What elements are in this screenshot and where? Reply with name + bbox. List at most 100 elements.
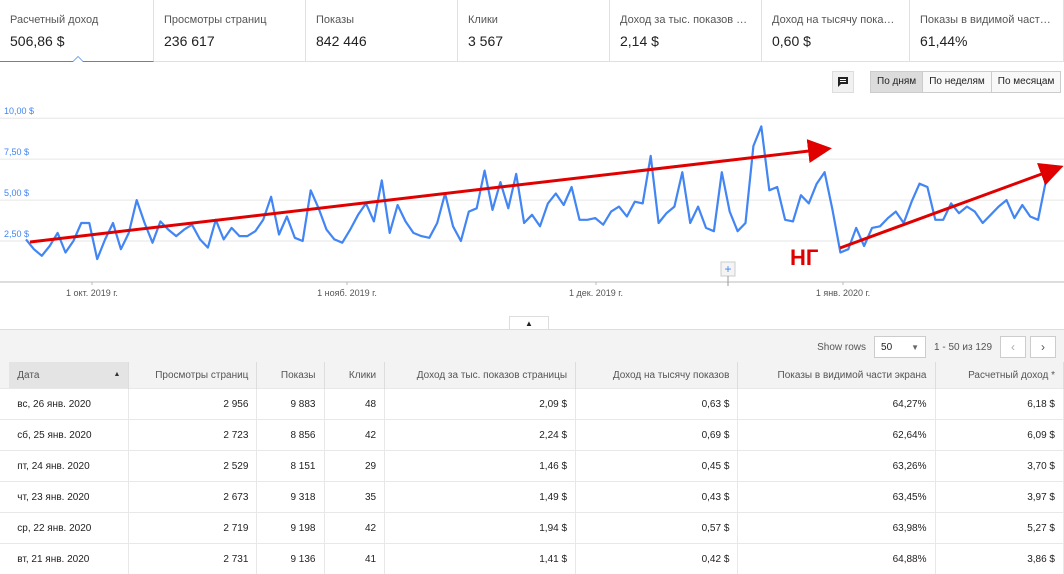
column-header-8[interactable]: Расчетный доход * bbox=[935, 362, 1064, 389]
page-range: 1 - 50 из 129 bbox=[934, 342, 992, 353]
column-header-label: Дата bbox=[17, 370, 39, 381]
table-cell: 9 318 bbox=[257, 482, 324, 513]
column-header-7[interactable]: Показы в видимой части экрана bbox=[738, 362, 935, 389]
table-row: вс, 26 янв. 20202 9569 883482,09 $0,63 $… bbox=[0, 389, 1064, 420]
table-cell: 0,43 $ bbox=[576, 482, 738, 513]
next-page-button[interactable]: › bbox=[1030, 336, 1056, 358]
table-cell: ср, 22 янв. 2020 bbox=[9, 513, 129, 544]
period-3-button[interactable]: По месяцам bbox=[992, 72, 1061, 92]
y-tick-label: 7,50 $ bbox=[4, 147, 29, 157]
y-tick-label: 2,50 $ bbox=[4, 229, 29, 239]
column-header-5[interactable]: Доход за тыс. показов страницы bbox=[385, 362, 576, 389]
table-cell: 6,18 $ bbox=[935, 389, 1064, 420]
metric-value: 506,86 $ bbox=[10, 33, 143, 49]
metric-cards: Расчетный доход506,86 $Просмотры страниц… bbox=[0, 0, 1064, 62]
metric-value: 61,44% bbox=[920, 33, 1053, 49]
collapse-chart-button[interactable]: ▲ bbox=[509, 316, 549, 330]
table-cell: 42 bbox=[324, 513, 385, 544]
table-cell: чт, 23 янв. 2020 bbox=[9, 482, 129, 513]
table-cell: 0,69 $ bbox=[576, 420, 738, 451]
table-cell: 5,27 $ bbox=[935, 513, 1064, 544]
row-spacer bbox=[0, 420, 9, 451]
table-cell: 8 151 bbox=[257, 451, 324, 482]
table-cell: 63,45% bbox=[738, 482, 935, 513]
table-cell: 0,63 $ bbox=[576, 389, 738, 420]
rows-per-page-select[interactable]: 50 ▼ bbox=[874, 336, 926, 358]
table-cell: 9 883 bbox=[257, 389, 324, 420]
table-row: сб, 25 янв. 20202 7238 856422,24 $0,69 $… bbox=[0, 420, 1064, 451]
x-tick-label: 1 окт. 2019 г. bbox=[66, 288, 118, 298]
column-header-label: Просмотры страниц bbox=[155, 370, 248, 381]
column-header-label: Доход на тысячу показов bbox=[613, 370, 730, 381]
caret-down-icon: ▼ bbox=[911, 343, 919, 352]
table-cell: 64,27% bbox=[738, 389, 935, 420]
new-year-annotation: НГ bbox=[790, 245, 819, 270]
table-cell: 2 956 bbox=[129, 389, 257, 420]
column-header-2[interactable]: Просмотры страниц bbox=[129, 362, 257, 389]
table-cell: 6,09 $ bbox=[935, 420, 1064, 451]
row-spacer bbox=[0, 482, 9, 513]
table-cell: 63,98% bbox=[738, 513, 935, 544]
column-header-label: Расчетный доход * bbox=[968, 370, 1055, 381]
column-header-label: Клики bbox=[349, 370, 376, 381]
metric-card-3[interactable]: Показы 842 446 bbox=[306, 0, 458, 62]
table-cell: пт, 24 янв. 2020 bbox=[9, 451, 129, 482]
metric-label: Показы bbox=[316, 14, 447, 26]
comment-icon bbox=[837, 76, 849, 88]
y-tick-label: 10,00 $ bbox=[4, 106, 34, 116]
table-row: чт, 23 янв. 20202 6739 318351,49 $0,43 $… bbox=[0, 482, 1064, 513]
column-header-3[interactable]: Показы bbox=[257, 362, 324, 389]
table-cell: вс, 26 янв. 2020 bbox=[9, 389, 129, 420]
column-header-4[interactable]: Клики bbox=[324, 362, 385, 389]
column-header-6[interactable]: Доход на тысячу показов bbox=[576, 362, 738, 389]
rows-per-page-value: 50 bbox=[881, 342, 892, 353]
show-rows-label: Show rows bbox=[817, 342, 866, 353]
table-cell: 2 723 bbox=[129, 420, 257, 451]
metric-label: Доход на тысячу показов bbox=[772, 14, 899, 26]
column-header-1[interactable]: Дата ▲ bbox=[9, 362, 129, 389]
prev-page-button[interactable]: ‹ bbox=[1000, 336, 1026, 358]
table-cell: 1,94 $ bbox=[385, 513, 576, 544]
period-2-button[interactable]: По неделям bbox=[923, 72, 992, 92]
metric-value: 236 617 bbox=[164, 33, 295, 49]
table-cell: 2,09 $ bbox=[385, 389, 576, 420]
period-1-button[interactable]: По дням bbox=[871, 72, 923, 92]
metric-card-4[interactable]: Клики 3 567 bbox=[458, 0, 610, 62]
table-cell: 29 bbox=[324, 451, 385, 482]
row-spacer bbox=[0, 451, 9, 482]
metric-card-1[interactable]: Расчетный доход506,86 $ bbox=[0, 0, 154, 62]
x-tick-label: 1 нояб. 2019 г. bbox=[317, 288, 377, 298]
annotation-button[interactable] bbox=[832, 71, 854, 93]
table-cell: 2 719 bbox=[129, 513, 257, 544]
table-cell: 1,49 $ bbox=[385, 482, 576, 513]
revenue-series-line bbox=[26, 126, 1046, 259]
metric-card-6[interactable]: Доход на тысячу показов 0,60 $ bbox=[762, 0, 910, 62]
table-cell: 35 bbox=[324, 482, 385, 513]
table-cell: 1,46 $ bbox=[385, 451, 576, 482]
header-spacer bbox=[0, 362, 9, 389]
chevron-left-icon: ‹ bbox=[1011, 340, 1015, 354]
metric-value: 2,14 $ bbox=[620, 33, 751, 49]
table-cell: 8 856 bbox=[257, 420, 324, 451]
table-cell: 0,57 $ bbox=[576, 513, 738, 544]
table-cell: 63,26% bbox=[738, 451, 935, 482]
metric-label: Клики bbox=[468, 14, 599, 26]
chevron-right-icon: › bbox=[1041, 340, 1045, 354]
metric-card-7[interactable]: Показы в видимой части ... 61,44% bbox=[910, 0, 1064, 62]
report-table-panel: Show rows 50 ▼ 1 - 50 из 129 ‹ › Дата ▲ Пр… bbox=[0, 329, 1064, 560]
metric-value: 3 567 bbox=[468, 33, 599, 49]
metric-card-5[interactable]: Доход за тыс. показов ст...2,14 $ bbox=[610, 0, 762, 62]
table-cell: 48 bbox=[324, 389, 385, 420]
table-cell: 2 529 bbox=[129, 451, 257, 482]
table-row: пт, 24 янв. 20202 5298 151291,46 $0,45 $… bbox=[0, 451, 1064, 482]
table-cell: 42 bbox=[324, 420, 385, 451]
table-cell: 3,70 $ bbox=[935, 451, 1064, 482]
metric-label: Показы в видимой части ... bbox=[920, 14, 1053, 26]
metric-card-2[interactable]: Просмотры страниц236 617 bbox=[154, 0, 306, 62]
column-header-label: Доход за тыс. показов страницы bbox=[417, 370, 567, 381]
metric-value: 842 446 bbox=[316, 33, 447, 49]
table-cell: 62,64% bbox=[738, 420, 935, 451]
metric-value: 0,60 $ bbox=[772, 33, 899, 49]
sort-ascending-icon: ▲ bbox=[114, 371, 121, 378]
table-cell: 9 198 bbox=[257, 513, 324, 544]
